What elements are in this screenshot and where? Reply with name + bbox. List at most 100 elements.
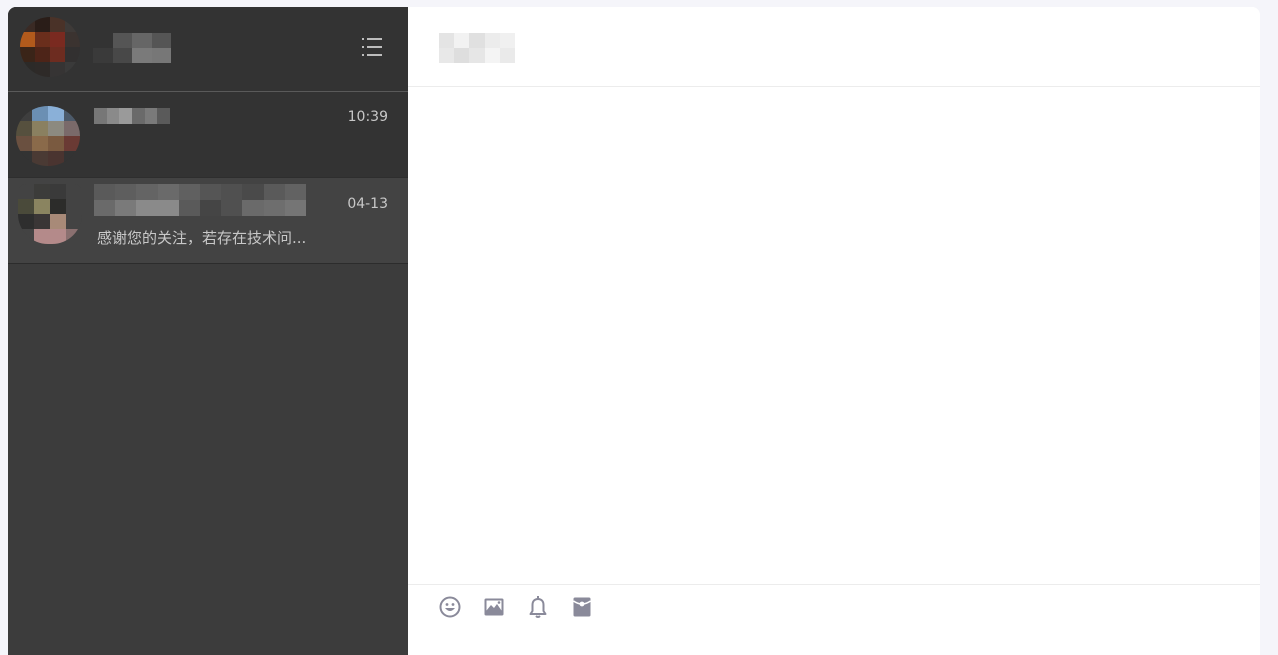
mosaic-cell: [65, 47, 80, 62]
mosaic-cell: [66, 199, 82, 214]
mosaic-cell: [136, 200, 158, 216]
mosaic-cell: [20, 32, 35, 47]
mosaic-cell: [469, 33, 485, 48]
contact-avatar: [18, 184, 82, 244]
mosaic-cell: [66, 214, 82, 229]
contact-name-redacted: [94, 108, 170, 124]
mosaic-cell: [242, 184, 264, 200]
emoji-icon[interactable]: [438, 595, 462, 619]
mosaic-cell: [151, 33, 171, 48]
mosaic-cell: [94, 184, 116, 200]
mosaic-cell: [115, 200, 137, 216]
mosaic-cell: [66, 184, 82, 199]
mosaic-cell: [50, 199, 66, 214]
mosaic-cell: [32, 151, 48, 166]
chat-header: [408, 7, 1260, 87]
list-menu-icon[interactable]: [360, 35, 384, 59]
mosaic-cell: [157, 200, 179, 216]
conversation-time: 10:39: [347, 109, 388, 125]
red-packet-icon[interactable]: [570, 595, 594, 619]
mosaic-cell: [178, 184, 200, 200]
mosaic-cell: [18, 184, 34, 199]
mosaic-cell: [263, 200, 285, 216]
mosaic-cell: [115, 184, 137, 200]
conversation-time: 04-13: [347, 196, 388, 212]
mosaic-cell: [64, 151, 80, 166]
mosaic-cell: [136, 184, 158, 200]
conversation-item[interactable]: 04-13 感谢您的关注，若存在技术问...: [8, 178, 408, 264]
conversation-item[interactable]: 10:39: [8, 92, 408, 178]
mosaic-cell: [50, 62, 65, 77]
mosaic-cell: [32, 106, 48, 121]
mosaic-cell: [94, 200, 116, 216]
contact-name-redacted: [94, 184, 306, 216]
mosaic-cell: [16, 136, 32, 151]
chat-app-window: 10:39 04-13 感谢您的关注，若存在技术问...: [8, 7, 1260, 655]
mosaic-cell: [221, 200, 243, 216]
composer-toolbar: [438, 595, 594, 619]
mosaic-cell: [178, 200, 200, 216]
mosaic-cell: [34, 229, 50, 244]
mosaic-cell: [64, 121, 80, 136]
mosaic-cell: [439, 48, 455, 63]
mosaic-cell: [199, 200, 222, 216]
conversation-preview: 感谢您的关注，若存在技术问...: [97, 229, 307, 247]
mosaic-cell: [144, 108, 158, 124]
mosaic-cell: [65, 62, 80, 77]
mosaic-cell: [284, 184, 306, 200]
chat-title-redacted: [439, 33, 515, 63]
mosaic-cell: [34, 184, 50, 199]
mosaic-cell: [50, 229, 66, 244]
mosaic-cell: [199, 184, 222, 200]
mosaic-cell: [284, 200, 306, 216]
mosaic-cell: [112, 48, 132, 63]
mosaic-cell: [16, 151, 32, 166]
mosaic-cell: [65, 17, 80, 32]
mosaic-cell: [34, 199, 50, 214]
mosaic-cell: [119, 108, 132, 124]
mosaic-cell: [64, 136, 80, 151]
mosaic-cell: [35, 62, 50, 77]
mosaic-cell: [499, 48, 515, 63]
mosaic-cell: [484, 33, 500, 48]
mosaic-cell: [50, 214, 66, 229]
mosaic-cell: [48, 136, 64, 151]
mosaic-cell: [454, 48, 470, 63]
mosaic-cell: [65, 32, 80, 47]
mosaic-cell: [93, 48, 113, 63]
mosaic-cell: [48, 151, 64, 166]
mosaic-cell: [18, 199, 34, 214]
mosaic-cell: [50, 17, 65, 32]
mosaic-cell: [499, 33, 515, 48]
mosaic-cell: [93, 33, 113, 48]
mosaic-cell: [439, 33, 455, 48]
mosaic-cell: [151, 48, 171, 63]
mosaic-cell: [50, 184, 66, 199]
mosaic-cell: [35, 47, 50, 62]
mosaic-cell: [469, 48, 485, 63]
mosaic-cell: [221, 184, 243, 200]
mosaic-cell: [132, 33, 152, 48]
mosaic-cell: [454, 33, 470, 48]
bell-icon[interactable]: [526, 595, 550, 619]
contact-avatar: [16, 106, 80, 166]
mosaic-cell: [32, 121, 48, 136]
user-avatar[interactable]: [20, 17, 80, 77]
mosaic-cell: [35, 17, 50, 32]
mosaic-cell: [263, 184, 285, 200]
mosaic-cell: [20, 17, 35, 32]
mosaic-cell: [35, 32, 50, 47]
mosaic-cell: [48, 121, 64, 136]
image-icon[interactable]: [482, 595, 506, 619]
mosaic-cell: [50, 47, 65, 62]
sidebar-header: [8, 7, 408, 92]
composer-divider: [408, 584, 1260, 585]
mosaic-cell: [484, 48, 500, 63]
mosaic-cell: [32, 136, 48, 151]
mosaic-cell: [242, 200, 264, 216]
chat-panel: [408, 7, 1260, 655]
mosaic-cell: [20, 62, 35, 77]
mosaic-cell: [157, 108, 170, 124]
mosaic-cell: [20, 47, 35, 62]
mosaic-cell: [66, 229, 82, 244]
